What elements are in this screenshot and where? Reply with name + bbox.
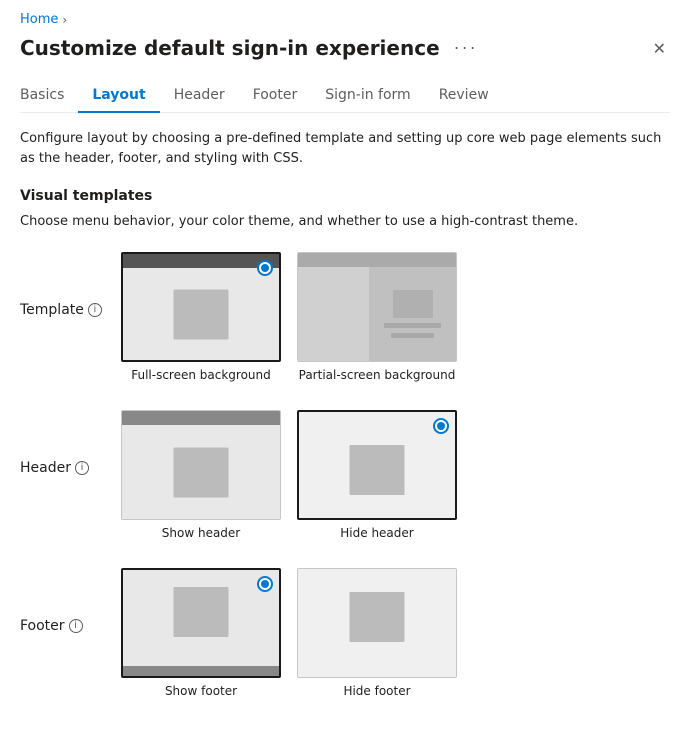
option-hide-footer[interactable]: Hide footer [297, 568, 457, 698]
header-option-group: Header i Show header [20, 410, 670, 540]
header-label: Header i [20, 410, 105, 476]
breadcrumb-separator: › [62, 13, 67, 27]
page-wrapper: Home › Customize default sign-in experie… [0, 0, 690, 746]
show-footer-radio [257, 576, 273, 592]
tab-basics[interactable]: Basics [20, 79, 78, 113]
partial-screen-preview [298, 253, 456, 361]
tab-review[interactable]: Review [425, 79, 503, 113]
option-hide-header[interactable]: Hide header [297, 410, 457, 540]
template-option-group: Template i Full-screen background [20, 252, 670, 382]
close-button[interactable]: ✕ [649, 35, 670, 63]
more-button[interactable]: ··· [448, 35, 484, 60]
page-header: Customize default sign-in experience ···… [20, 35, 670, 63]
header-info-icon[interactable]: i [75, 461, 89, 475]
page-title: Customize default sign-in experience [20, 36, 440, 60]
tab-footer[interactable]: Footer [239, 79, 312, 113]
hide-footer-preview [298, 569, 456, 677]
option-show-header[interactable]: Show header [121, 410, 281, 540]
footer-info-icon[interactable]: i [69, 619, 83, 633]
hide-header-radio [433, 418, 449, 434]
breadcrumb: Home › [20, 12, 670, 27]
show-header-label: Show header [162, 526, 240, 540]
full-screen-preview [123, 254, 279, 360]
tabs-bar: Basics Layout Header Footer Sign-in form… [20, 79, 670, 113]
tab-layout[interactable]: Layout [78, 79, 159, 113]
option-show-footer[interactable]: Show footer [121, 568, 281, 698]
template-info-icon[interactable]: i [88, 303, 102, 317]
layout-description: Configure layout by choosing a pre-defin… [20, 129, 670, 168]
template-label: Template i [20, 252, 105, 318]
visual-templates-title: Visual templates [20, 188, 670, 204]
footer-label: Footer i [20, 568, 105, 634]
show-footer-label: Show footer [165, 684, 237, 698]
hide-footer-card[interactable] [297, 568, 457, 678]
option-partial-screen[interactable]: Partial-screen background [297, 252, 457, 382]
tab-header[interactable]: Header [160, 79, 239, 113]
show-header-card[interactable] [121, 410, 281, 520]
hide-header-preview [299, 412, 455, 518]
hide-header-card[interactable] [297, 410, 457, 520]
footer-option-group: Footer i Show footer [20, 568, 670, 698]
show-footer-preview [123, 570, 279, 676]
full-screen-label: Full-screen background [131, 368, 271, 382]
full-screen-card[interactable] [121, 252, 281, 362]
full-screen-radio [257, 260, 273, 276]
page-title-row: Customize default sign-in experience ··· [20, 35, 484, 60]
visual-templates-desc: Choose menu behavior, your color theme, … [20, 212, 670, 232]
tab-signin-form[interactable]: Sign-in form [311, 79, 424, 113]
partial-screen-label: Partial-screen background [299, 368, 456, 382]
breadcrumb-home[interactable]: Home [20, 12, 58, 27]
hide-footer-label: Hide footer [343, 684, 410, 698]
partial-screen-card[interactable] [297, 252, 457, 362]
header-options: Show header Hide header [121, 410, 457, 540]
footer-options: Show footer Hide footer [121, 568, 457, 698]
template-options: Full-screen background Partial-screen ba… [121, 252, 457, 382]
hide-header-label: Hide header [340, 526, 413, 540]
show-header-preview [122, 411, 280, 519]
show-footer-card[interactable] [121, 568, 281, 678]
option-full-screen[interactable]: Full-screen background [121, 252, 281, 382]
